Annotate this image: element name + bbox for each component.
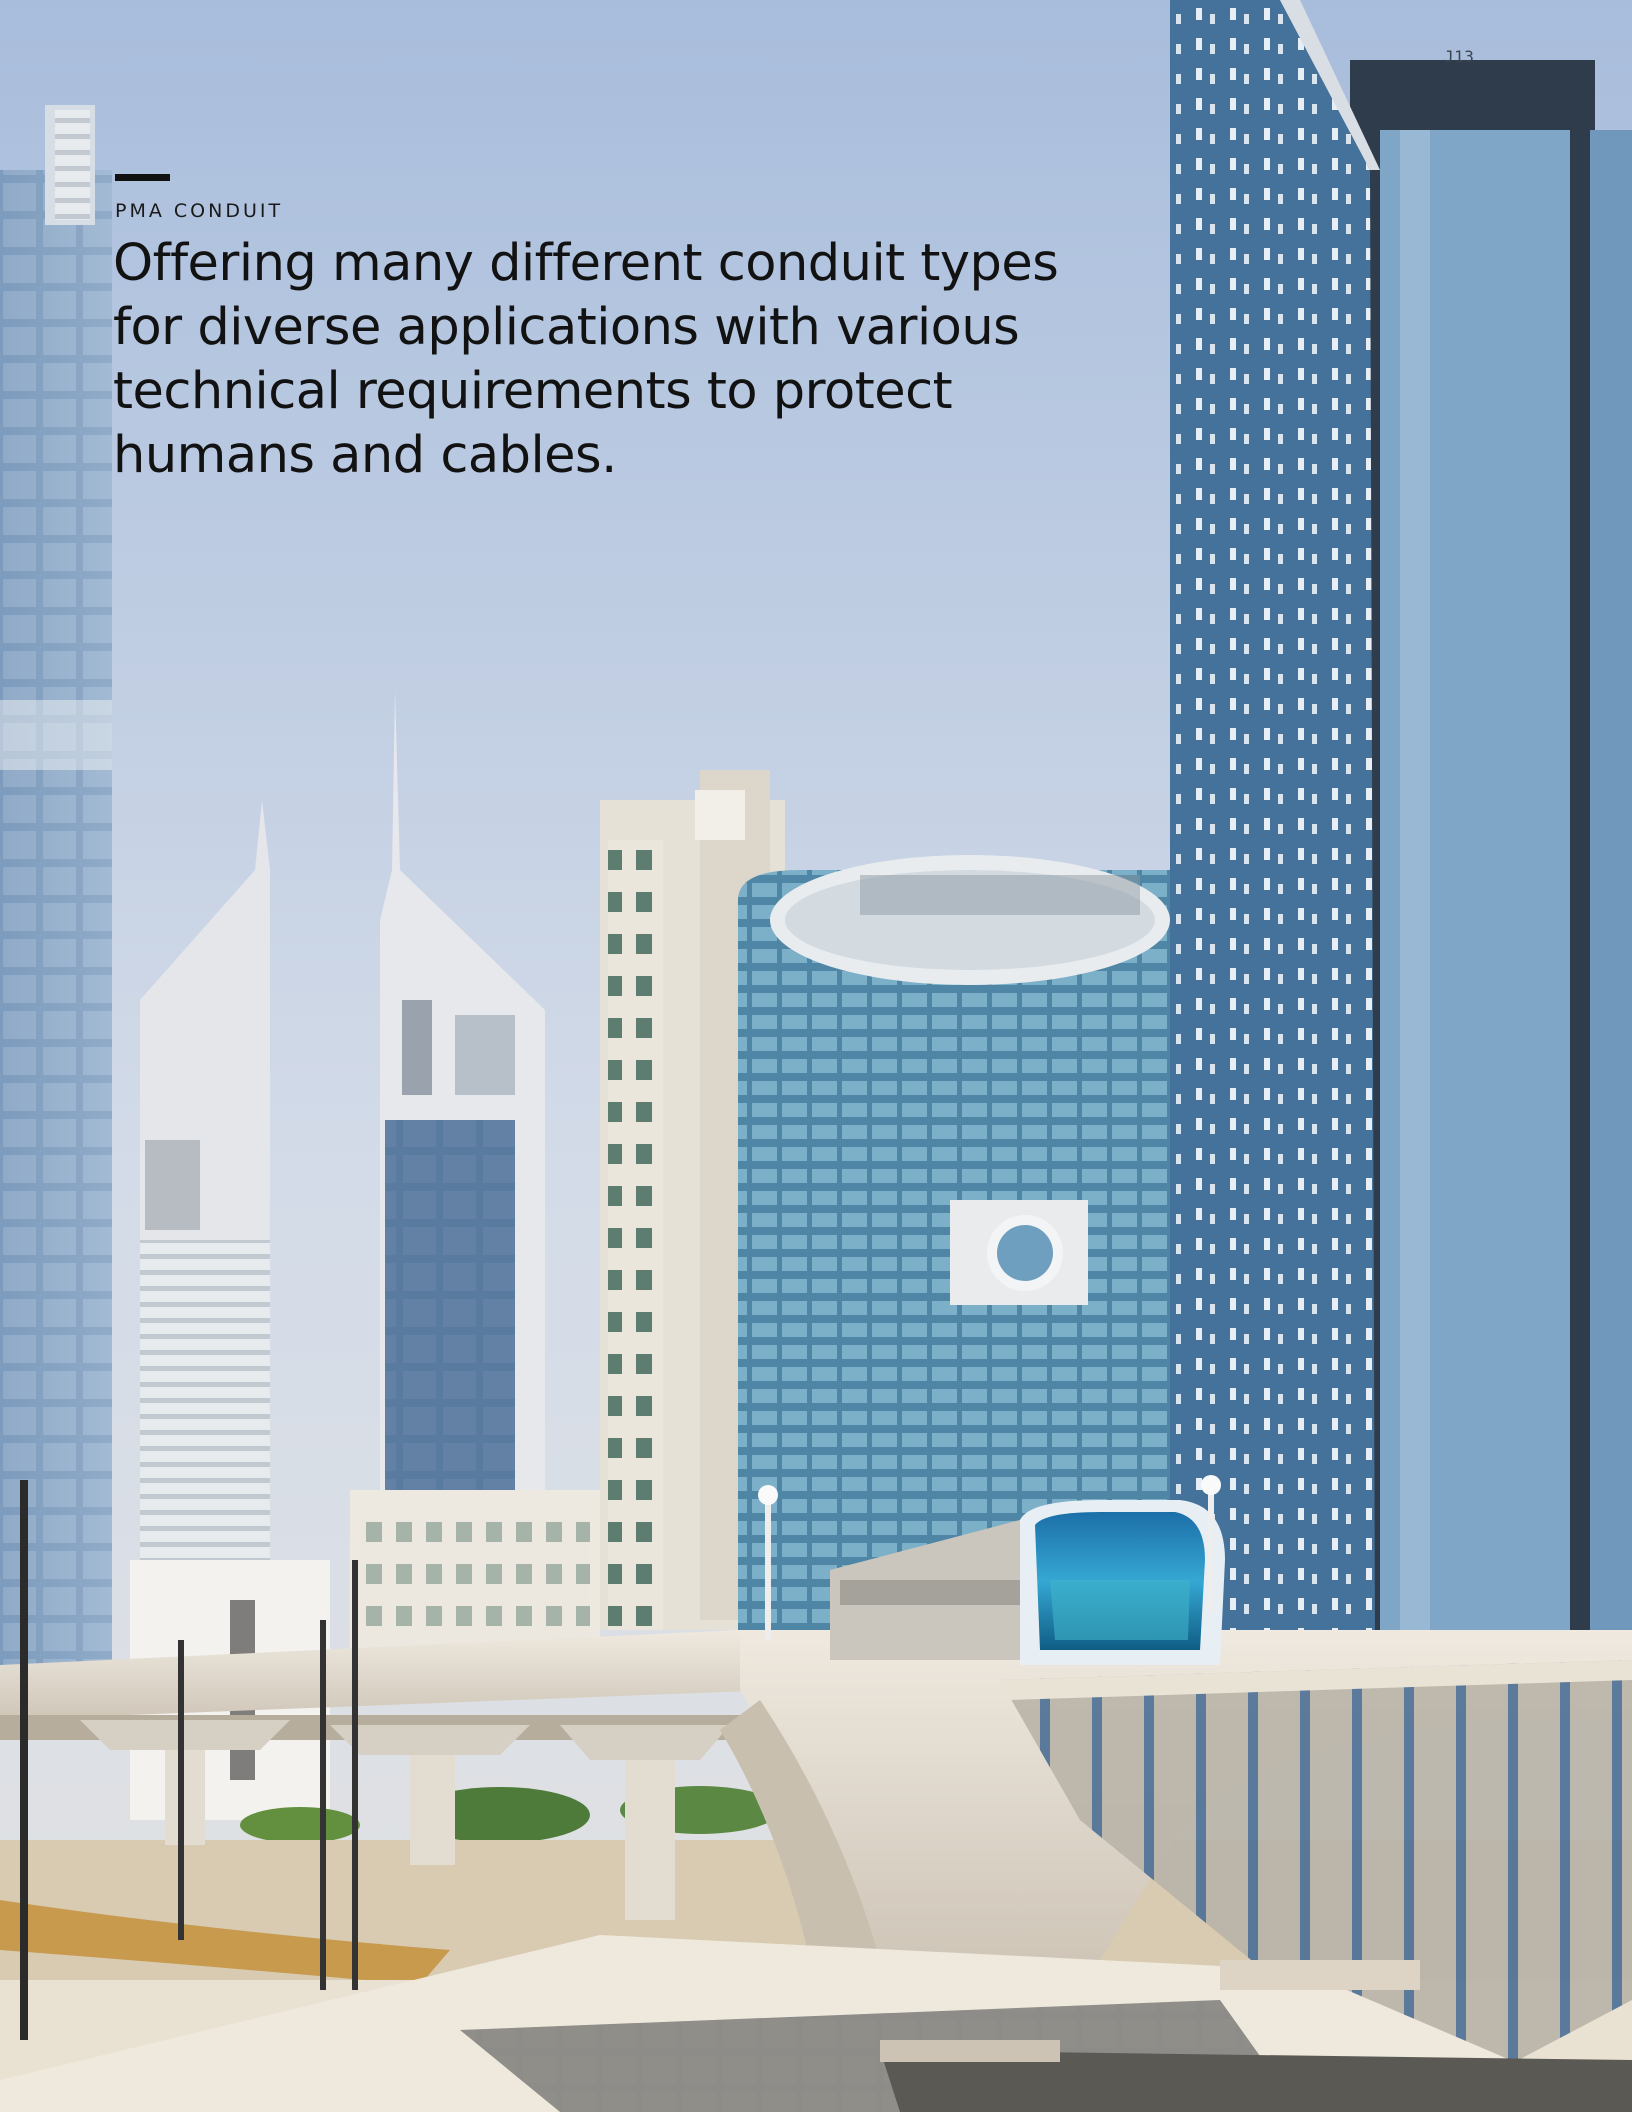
accent-rule xyxy=(115,174,170,181)
section-kicker: PMA CONDUIT xyxy=(115,200,284,222)
page-headline: Offering many different conduit types fo… xyxy=(113,234,1059,485)
brochure-page: J13 PMA CONDUIT Offering many different … xyxy=(0,0,1632,2112)
page-number: J13 xyxy=(1444,47,1475,66)
